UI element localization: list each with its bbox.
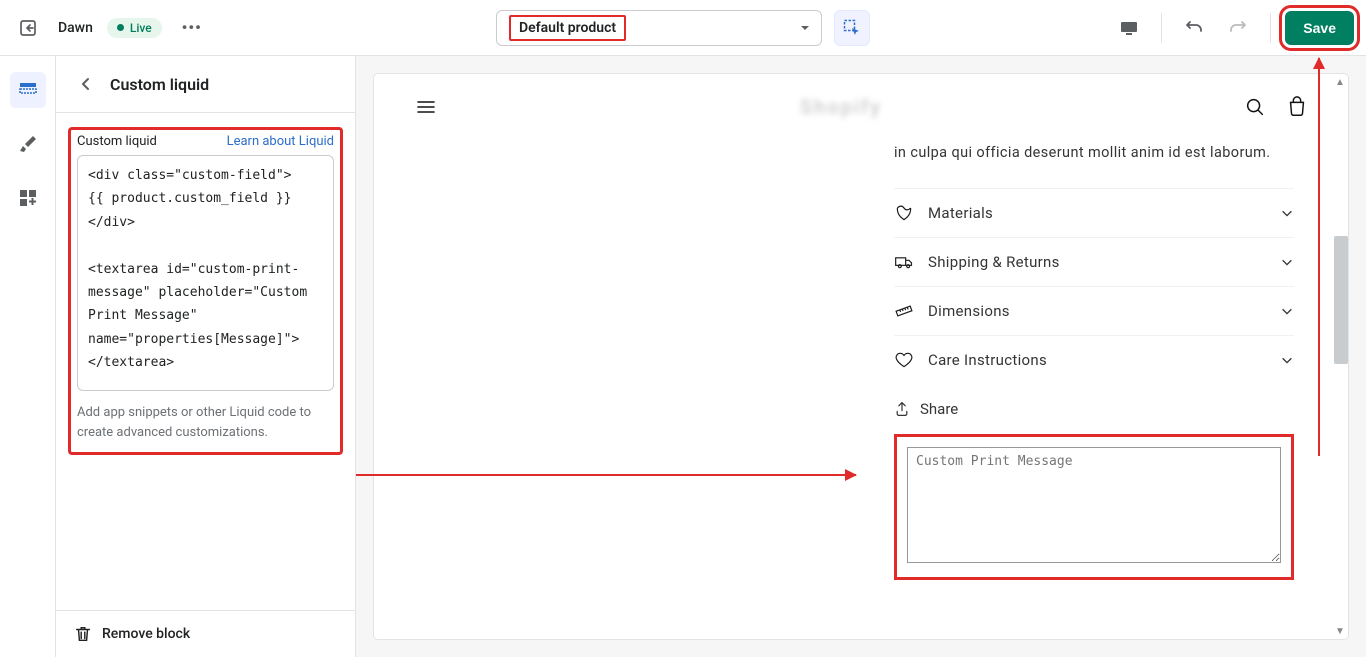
- share-button[interactable]: Share: [894, 384, 1294, 428]
- topbar-center: Default product: [496, 10, 870, 46]
- workspace: Custom liquid Custom liquid Learn about …: [0, 56, 1366, 657]
- accordion-materials[interactable]: Materials: [894, 188, 1294, 237]
- topbar-left: Dawn Live •••: [12, 12, 208, 44]
- field-help-text: Add app snippets or other Liquid code to…: [77, 403, 334, 442]
- separator: [1270, 13, 1271, 43]
- cursor-select-icon: [842, 18, 862, 38]
- preview-scrollbar[interactable]: [1334, 236, 1348, 364]
- preview-scroll-up[interactable]: ▲: [1334, 76, 1346, 88]
- hamburger-icon: [414, 95, 438, 119]
- sidebar-title: Custom liquid: [110, 75, 209, 94]
- accordion-dimensions[interactable]: Dimensions: [894, 286, 1294, 335]
- apps-icon: [18, 188, 38, 208]
- apps-tab[interactable]: [10, 180, 46, 216]
- live-label: Live: [130, 21, 152, 35]
- redo-button[interactable]: [1220, 10, 1256, 46]
- save-button[interactable]: Save: [1285, 11, 1354, 45]
- sidebar-body: Custom liquid Learn about Liquid Add app…: [56, 113, 355, 610]
- accordion-label: Care Instructions: [928, 351, 1047, 369]
- icon-strip: [0, 56, 56, 657]
- preview-cart-button[interactable]: [1286, 96, 1308, 118]
- trash-icon: [74, 625, 92, 643]
- template-select[interactable]: Default product: [496, 10, 822, 46]
- inspector-button[interactable]: [834, 10, 870, 46]
- preview-right-column: in culpa qui officia deserunt mollit ani…: [894, 140, 1294, 580]
- chevron-down-icon: [1280, 353, 1294, 367]
- share-label: Share: [920, 400, 958, 418]
- sidebar: Custom liquid Custom liquid Learn about …: [56, 56, 356, 657]
- cart-icon: [1286, 96, 1308, 118]
- truck-icon: [894, 252, 914, 272]
- field-label: Custom liquid: [77, 134, 157, 149]
- exit-button[interactable]: [12, 12, 44, 44]
- redo-icon: [1228, 18, 1248, 38]
- live-badge: Live: [107, 18, 162, 38]
- custom-print-message-field[interactable]: [907, 447, 1281, 563]
- remove-block-label: Remove block: [102, 626, 190, 642]
- store-logo-blurred: Shopify: [800, 95, 882, 119]
- chevron-down-icon: [1280, 304, 1294, 318]
- chevron-left-icon: [78, 76, 94, 92]
- accordion-label: Dimensions: [928, 302, 1010, 320]
- chevron-down-icon: [1280, 255, 1294, 269]
- annotation-arrow-to-save: [1318, 58, 1320, 456]
- preview-header: Shopify: [374, 74, 1348, 140]
- preview-left-spacer: [414, 140, 894, 580]
- accordion-label: Shipping & Returns: [928, 253, 1060, 271]
- back-button[interactable]: [74, 72, 98, 96]
- accordion-shipping[interactable]: Shipping & Returns: [894, 237, 1294, 286]
- preview-scroll-down[interactable]: ▼: [1334, 625, 1346, 637]
- custom-liquid-field-highlight: Custom liquid Learn about Liquid Add app…: [68, 127, 343, 455]
- preview-menu-button[interactable]: [414, 95, 438, 119]
- undo-button[interactable]: [1176, 10, 1212, 46]
- live-dot-icon: [117, 24, 124, 31]
- theme-settings-tab[interactable]: [10, 126, 46, 162]
- product-description: in culpa qui officia deserunt mollit ani…: [894, 140, 1294, 166]
- preview-content: in culpa qui officia deserunt mollit ani…: [374, 140, 1348, 610]
- sidebar-header: Custom liquid: [56, 56, 355, 113]
- heart-icon: [894, 350, 914, 370]
- annotation-arrow-to-textarea: [356, 474, 856, 476]
- preview-frame: ▲ ▼ Shopify: [374, 74, 1348, 639]
- preview-area: ▲ ▼ Shopify: [356, 56, 1366, 657]
- topbar: Dawn Live ••• Default product: [0, 0, 1366, 56]
- viewport-button[interactable]: [1111, 10, 1147, 46]
- chevron-down-icon: [1280, 206, 1294, 220]
- custom-textarea-highlight: [894, 434, 1294, 580]
- exit-icon: [18, 18, 38, 38]
- paintbrush-icon: [18, 134, 38, 154]
- preview-search-button[interactable]: [1244, 96, 1266, 118]
- separator: [1161, 13, 1162, 43]
- preview-header-icons: [1244, 96, 1308, 118]
- dots-icon: •••: [182, 18, 202, 37]
- theme-name: Dawn: [58, 20, 93, 36]
- share-icon: [894, 401, 910, 417]
- liquid-code-input[interactable]: [77, 155, 334, 391]
- topbar-right: Save: [1111, 10, 1354, 46]
- template-label: Default product: [509, 15, 626, 41]
- sections-icon: [18, 80, 38, 100]
- materials-icon: [894, 203, 914, 223]
- desktop-icon: [1119, 18, 1139, 38]
- learn-liquid-link[interactable]: Learn about Liquid: [227, 134, 334, 149]
- undo-icon: [1184, 18, 1204, 38]
- chevron-down-icon: [799, 22, 811, 34]
- ruler-icon: [894, 301, 914, 321]
- search-icon: [1244, 96, 1266, 118]
- field-header: Custom liquid Learn about Liquid: [77, 134, 334, 149]
- more-button[interactable]: •••: [176, 12, 208, 44]
- sections-tab[interactable]: [10, 72, 46, 108]
- remove-block-button[interactable]: Remove block: [56, 610, 355, 657]
- accordion-label: Materials: [928, 204, 993, 222]
- accordion-care[interactable]: Care Instructions: [894, 335, 1294, 384]
